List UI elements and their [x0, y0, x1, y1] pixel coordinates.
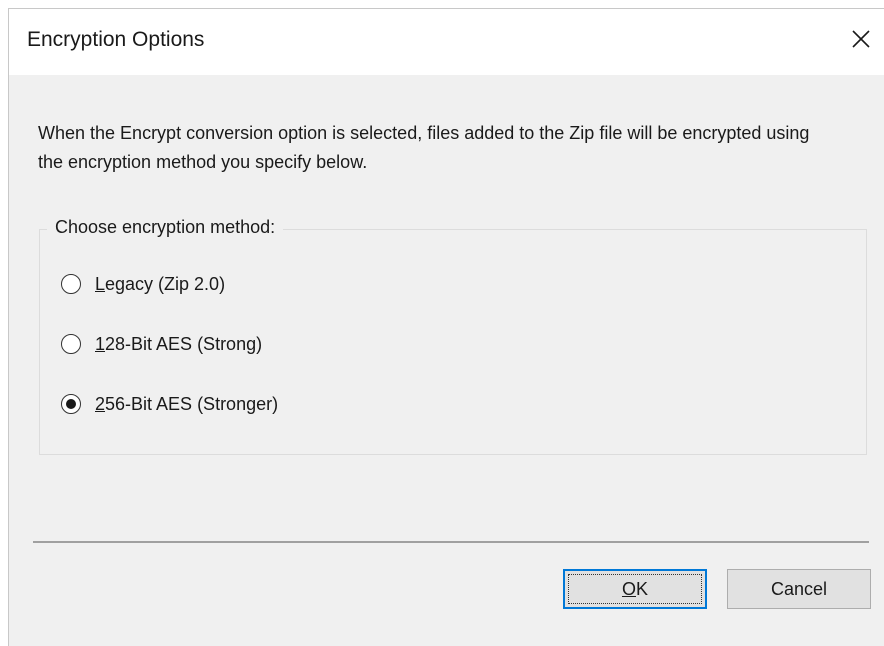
- close-icon: [852, 30, 870, 48]
- radio-button-legacy[interactable]: [61, 274, 81, 294]
- label-rest: 28-Bit AES (Strong): [105, 333, 263, 354]
- radio-legacy-zip20[interactable]: Legacy (Zip 2.0): [61, 270, 225, 298]
- radio-label-legacy: Legacy (Zip 2.0): [95, 274, 225, 295]
- ok-button[interactable]: OK: [563, 569, 707, 609]
- mnemonic-char: L: [95, 273, 106, 294]
- radio-128bit-aes[interactable]: 128-Bit AES (Strong): [61, 330, 262, 358]
- dialog-title: Encryption Options: [27, 28, 205, 51]
- button-area-separator: [33, 541, 869, 543]
- radio-256bit-aes[interactable]: 256-Bit AES (Stronger): [61, 390, 278, 418]
- focus-rectangle: [568, 574, 702, 604]
- description-text: When the Encrypt conversion option is se…: [38, 123, 810, 172]
- radio-button-128bit[interactable]: [61, 334, 81, 354]
- radio-selected-dot: [66, 399, 76, 409]
- label-rest: 56-Bit AES (Stronger): [105, 393, 279, 414]
- title-bar: Encryption Options: [9, 9, 884, 75]
- encryption-method-legend: Choose encryption method:: [47, 217, 284, 238]
- mnemonic-char: 1: [95, 333, 106, 354]
- cancel-button[interactable]: Cancel: [727, 569, 871, 609]
- label-rest: egacy (Zip 2.0): [105, 273, 226, 294]
- encryption-options-dialog: Encryption Options When the Encrypt conv…: [8, 8, 884, 646]
- radio-label-128bit: 128-Bit AES (Strong): [95, 334, 262, 355]
- radio-button-256bit[interactable]: [61, 394, 81, 414]
- close-button[interactable]: [838, 17, 884, 61]
- mnemonic-char: 2: [95, 393, 106, 414]
- radio-label-256bit: 256-Bit AES (Stronger): [95, 394, 278, 415]
